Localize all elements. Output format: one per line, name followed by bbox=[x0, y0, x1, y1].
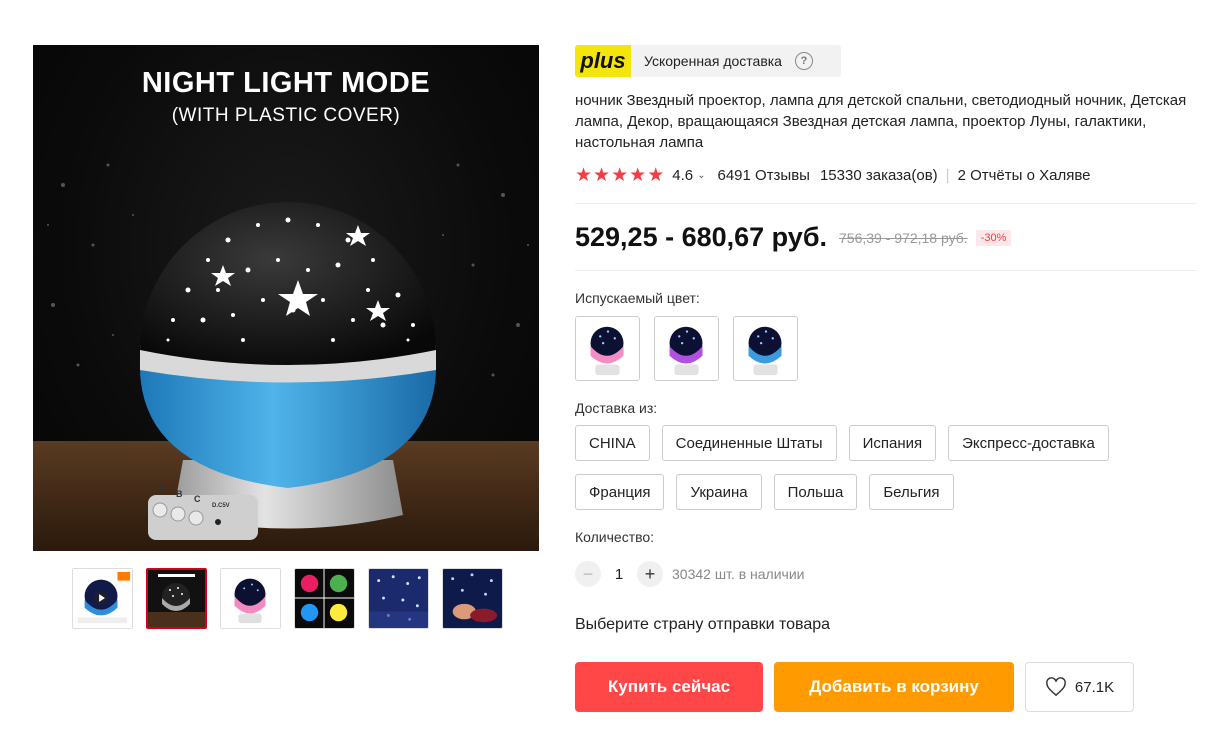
ship-from-belgium[interactable]: Бельгия bbox=[869, 474, 954, 510]
quantity-stepper: − 1 + 30342 шт. в наличии bbox=[575, 561, 804, 587]
thumb-pink[interactable] bbox=[220, 568, 281, 629]
shipping-options-row-2: Франция Украина Польша Бельгия bbox=[575, 474, 954, 510]
star-icon: ★ bbox=[629, 164, 647, 186]
freebie-reports[interactable]: 2 Отчёты о Халяве bbox=[958, 167, 1091, 184]
plus-logo: plus bbox=[575, 45, 631, 77]
product-title: ночник Звездный проектор, лампа для детс… bbox=[575, 92, 1187, 151]
current-price: 529,25 - 680,67 руб. bbox=[575, 222, 827, 252]
select-country-prompt: Выберите страну отправки товара bbox=[575, 616, 831, 633]
quantity-label: Количество: bbox=[575, 529, 655, 545]
star-lamp-illustration: A B C D.C5V bbox=[139, 202, 437, 540]
divider: | bbox=[945, 166, 950, 184]
ship-from-usa[interactable]: Соединенные Штаты bbox=[661, 425, 837, 461]
color-label: Испускаемый цвет: bbox=[575, 290, 700, 306]
quantity-value[interactable]: 1 bbox=[601, 566, 637, 583]
add-to-cart-button[interactable]: Добавить в корзину bbox=[774, 662, 1014, 712]
image-title: NIGHT LIGHT MODE bbox=[141, 67, 431, 99]
chevron-down-icon[interactable]: ⌄ bbox=[697, 170, 705, 181]
ship-express[interactable]: Экспресс-доставка bbox=[948, 425, 1109, 461]
orders-count: 15330 заказа(ов) bbox=[819, 166, 938, 184]
ship-from-poland[interactable]: Польша bbox=[773, 474, 858, 510]
shipping-options-row-1: CHINA Соединенные Штаты Испания Экспресс… bbox=[575, 425, 1109, 461]
product-main-image[interactable]: NIGHT LIGHT MODE (WITH PLASTIC COVER) A … bbox=[33, 45, 539, 551]
color-options bbox=[575, 316, 798, 381]
thumb-projection[interactable] bbox=[368, 568, 429, 629]
image-subtitle: (WITH PLASTIC COVER) bbox=[171, 105, 401, 126]
heart-icon bbox=[1045, 677, 1067, 697]
color-option-blue[interactable] bbox=[733, 316, 798, 381]
price-row: 529,25 - 680,67 руб. 756,39 - 972,18 руб… bbox=[575, 222, 1012, 253]
rating-stars: ★ ★ ★ ★ ★ bbox=[575, 166, 664, 185]
reviews-count[interactable]: 6491 Отзывы bbox=[717, 167, 809, 184]
discount-badge: -30% bbox=[975, 229, 1012, 246]
ship-from-france[interactable]: Франция bbox=[575, 474, 665, 510]
star-icon: ★ bbox=[647, 164, 665, 186]
buy-now-button[interactable]: Купить сейчас bbox=[575, 662, 763, 712]
shipping-label: Доставка из: bbox=[575, 400, 658, 416]
plus-delivery-banner: plus Ускоренная доставка ? bbox=[575, 45, 841, 77]
lamp-label-a: A bbox=[158, 484, 165, 494]
color-option-pink[interactable] bbox=[575, 316, 640, 381]
quantity-increase-button[interactable]: + bbox=[637, 561, 663, 587]
help-icon[interactable]: ? bbox=[794, 52, 813, 70]
star-icon: ★ bbox=[575, 164, 593, 186]
wishlist-count: 67.1K bbox=[1074, 678, 1115, 696]
rating-row: ★ ★ ★ ★ ★ 4.6 ⌄ 6491 Отзывы 15330 заказа… bbox=[575, 165, 1090, 185]
thumb-video[interactable] bbox=[72, 568, 133, 629]
action-buttons: Купить сейчас Добавить в корзину 67.1K bbox=[575, 662, 1134, 712]
ship-from-ukraine[interactable]: Украина bbox=[676, 474, 762, 510]
lamp-label-b: B bbox=[176, 489, 183, 499]
thumb-colors[interactable] bbox=[294, 568, 355, 629]
divider bbox=[575, 203, 1197, 204]
thumb-night-light[interactable] bbox=[146, 568, 207, 629]
thumbnail-strip bbox=[72, 568, 503, 629]
star-icon: ★ bbox=[593, 164, 611, 186]
wishlist-button[interactable]: 67.1K bbox=[1025, 662, 1134, 712]
star-icon: ★ bbox=[611, 164, 629, 186]
ship-from-china[interactable]: CHINA bbox=[575, 425, 650, 461]
divider bbox=[575, 270, 1197, 271]
rating-value[interactable]: 4.6 bbox=[672, 167, 693, 184]
old-price: 756,39 - 972,18 руб. bbox=[839, 229, 968, 246]
color-option-purple[interactable] bbox=[654, 316, 719, 381]
lamp-label-dc: D.C5V bbox=[212, 503, 230, 509]
plus-delivery-text: Ускоренная доставка bbox=[644, 53, 782, 69]
ship-from-spain[interactable]: Испания bbox=[848, 425, 937, 461]
thumb-baby[interactable] bbox=[442, 568, 503, 629]
quantity-decrease-button[interactable]: − bbox=[575, 561, 601, 587]
stock-count: 30342 шт. в наличии bbox=[672, 566, 805, 582]
lamp-label-c: C bbox=[194, 494, 201, 504]
